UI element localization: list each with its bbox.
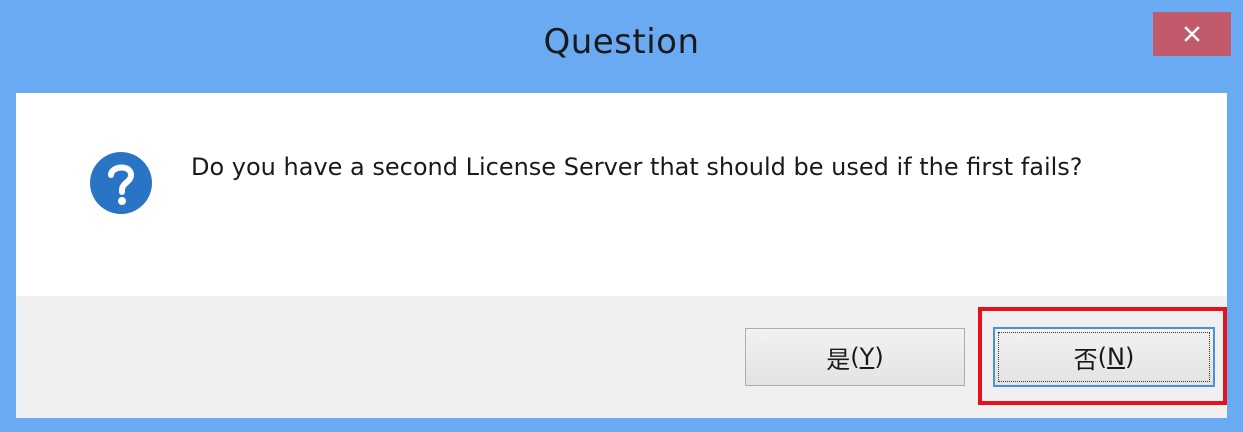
question-icon <box>90 152 152 214</box>
question-dialog: Question Do you have a second License Se… <box>0 0 1243 432</box>
no-button[interactable]: 否(N) <box>993 327 1215 387</box>
button-bar: 是(Y) 否(N) <box>16 296 1227 418</box>
yes-button-mnemonic: Y <box>859 343 875 371</box>
message-area: Do you have a second License Server that… <box>16 93 1227 296</box>
no-button-label: 否 <box>1073 345 1098 374</box>
window-frame-bottom <box>0 418 1243 432</box>
yes-button[interactable]: 是(Y) <box>745 328 965 386</box>
yes-button-label: 是 <box>826 345 851 374</box>
close-icon <box>1184 26 1200 42</box>
title-bar[interactable]: Question <box>0 0 1243 93</box>
message-text: Do you have a second License Server that… <box>191 153 1083 181</box>
no-button-mnemonic: N <box>1107 343 1125 371</box>
close-button[interactable] <box>1153 12 1231 56</box>
dialog-title: Question <box>543 22 700 62</box>
